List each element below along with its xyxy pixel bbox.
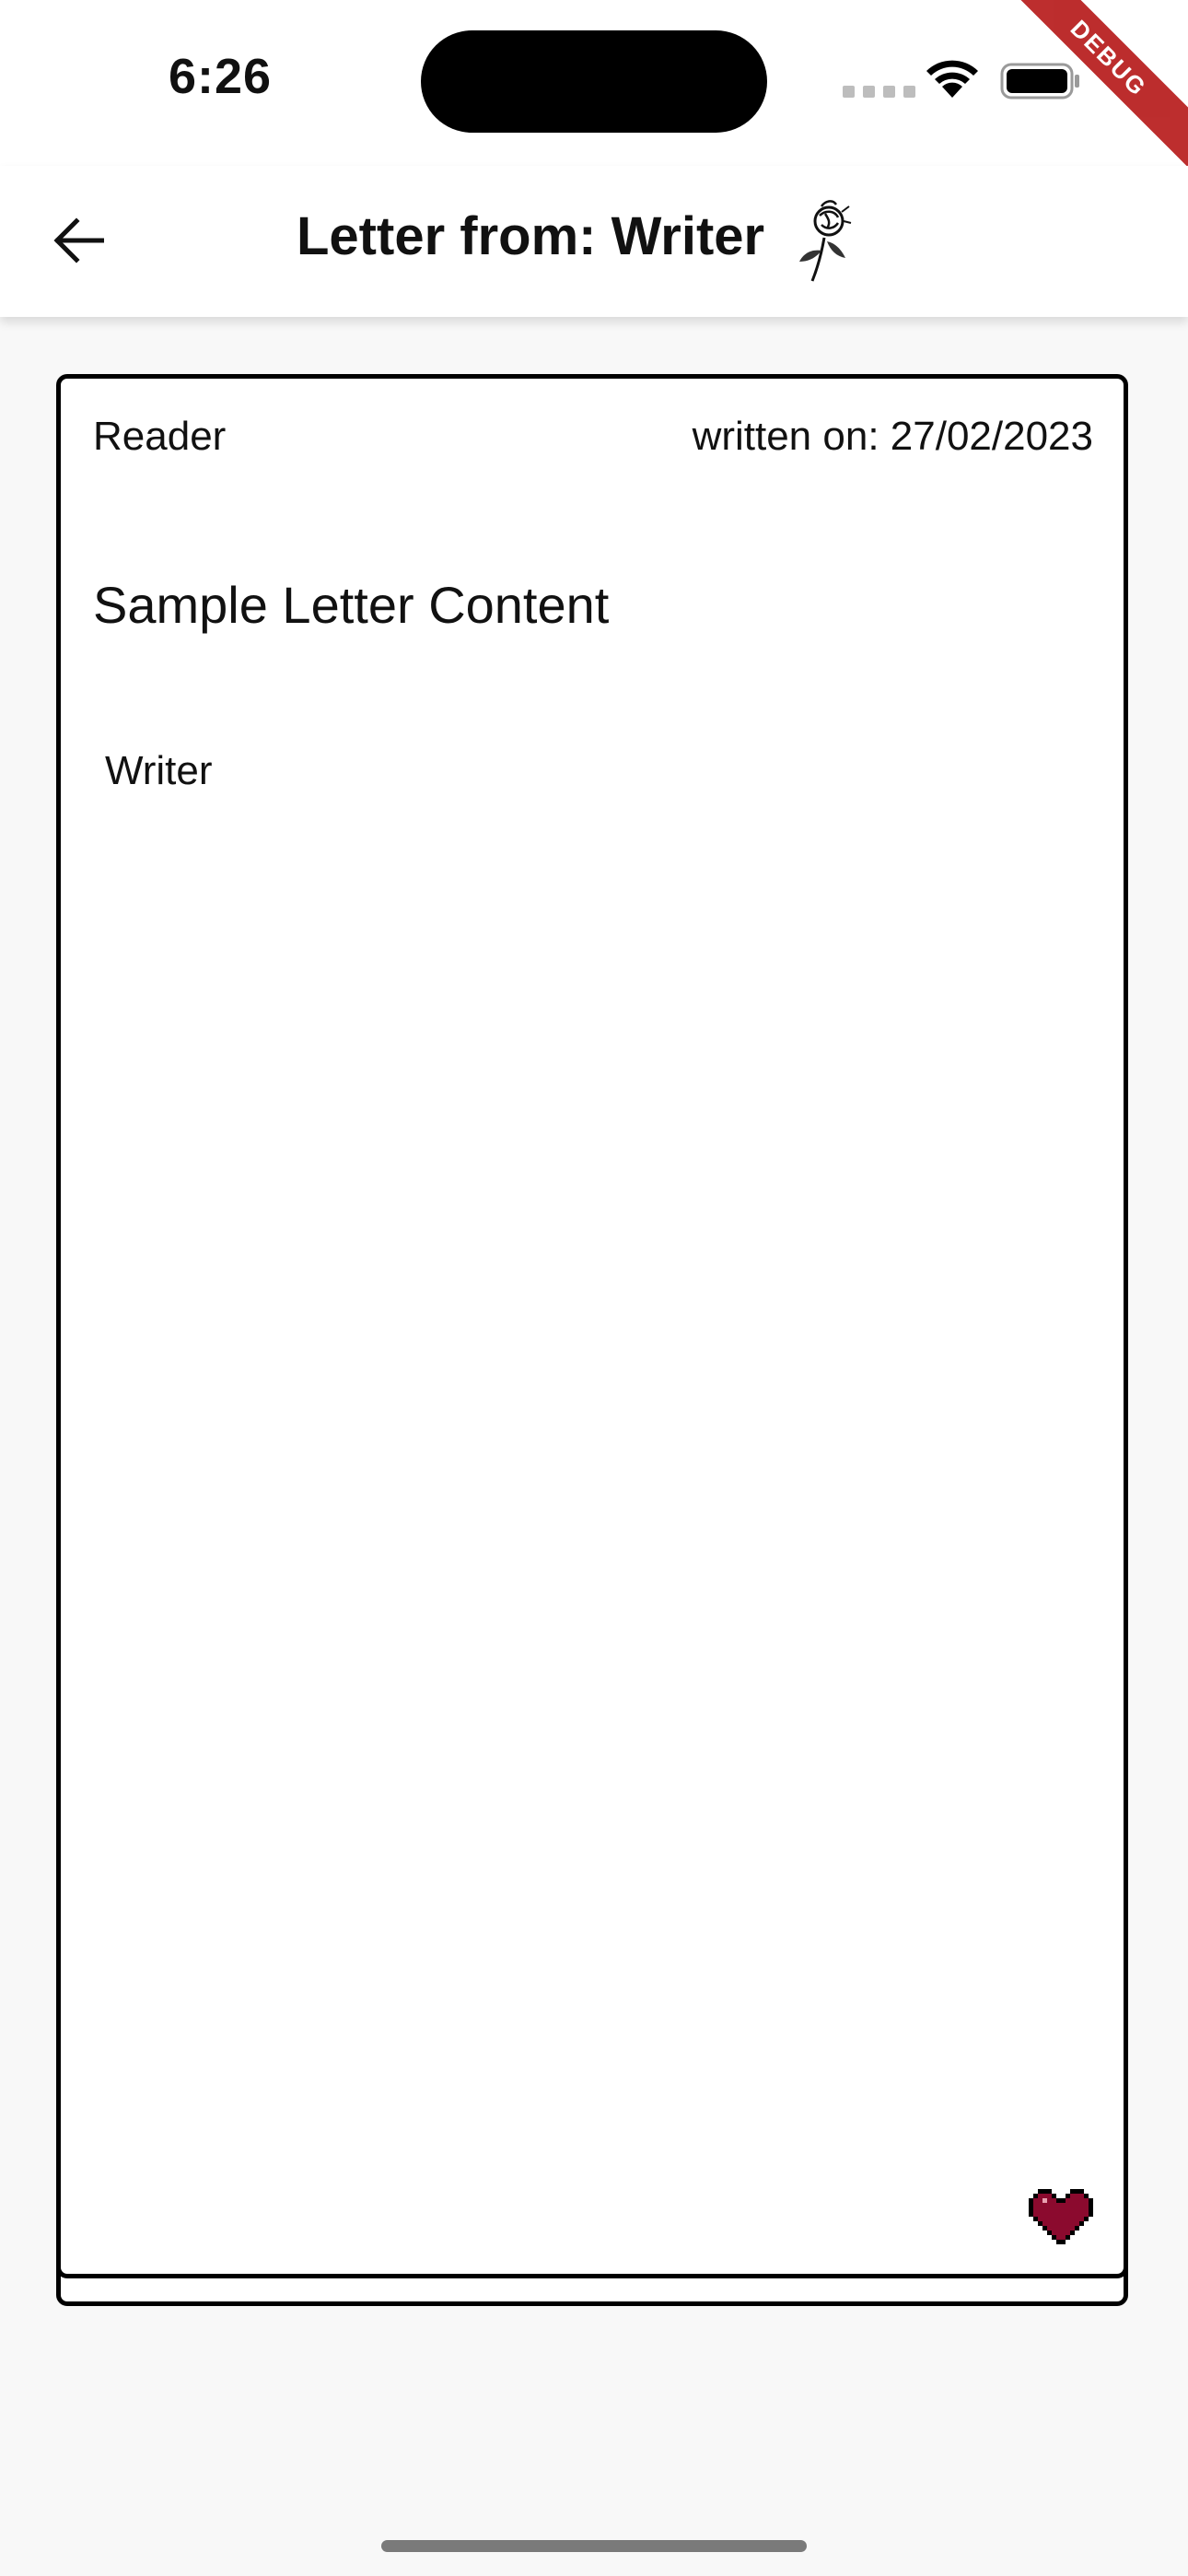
arrow-left-icon xyxy=(53,217,104,263)
rose-icon xyxy=(799,200,852,282)
letter-content: Sample Letter Content xyxy=(93,576,610,634)
page-title: Letter from: Writer xyxy=(297,206,765,266)
letter-date: written on: 27/02/2023 xyxy=(692,414,1093,459)
wifi-icon xyxy=(926,60,978,98)
dynamic-island xyxy=(421,30,767,133)
status-bar: 6:26 xyxy=(0,0,1188,166)
app-bar: Letter from: Writer xyxy=(0,166,1188,317)
battery-icon xyxy=(1000,63,1079,100)
letter-card: Reader written on: 27/02/2023 Sample Let… xyxy=(56,374,1128,2278)
signal-icon xyxy=(843,86,915,98)
letter-signature: Writer xyxy=(105,748,213,793)
back-button[interactable] xyxy=(37,199,120,282)
status-time: 6:26 xyxy=(169,49,273,104)
heart-icon[interactable] xyxy=(1024,2180,1098,2254)
letter-recipient: Reader xyxy=(93,414,227,459)
home-indicator[interactable] xyxy=(381,2540,807,2552)
